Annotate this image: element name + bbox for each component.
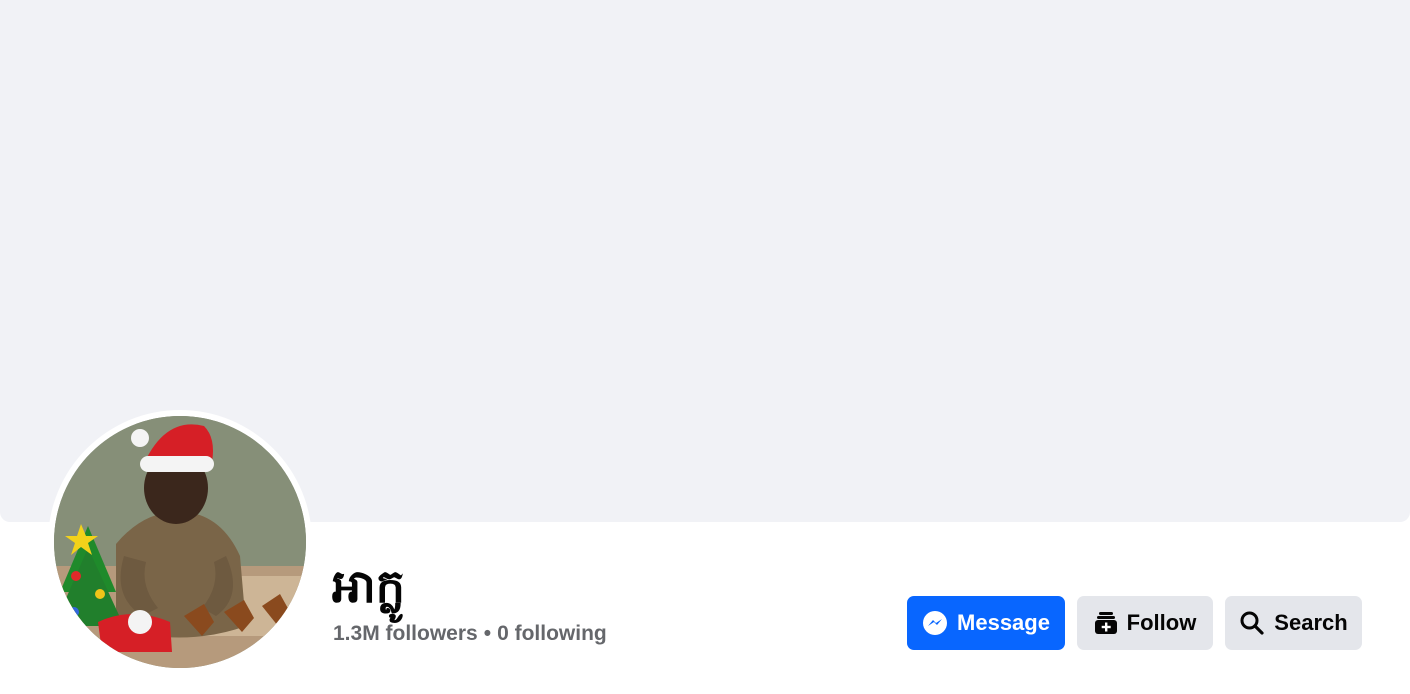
- followers-link[interactable]: 1.3M followers: [333, 622, 478, 645]
- message-button[interactable]: Message: [907, 596, 1065, 650]
- follow-icon: [1094, 611, 1118, 635]
- profile-picture-image: [54, 416, 306, 668]
- search-button-label: Search: [1274, 610, 1348, 635]
- message-button-label: Message: [957, 610, 1050, 635]
- profile-picture-frame: [48, 410, 312, 674]
- follow-button[interactable]: Follow: [1077, 596, 1213, 650]
- profile-picture[interactable]: [54, 416, 306, 668]
- search-icon: [1239, 610, 1265, 636]
- messenger-icon: [922, 610, 948, 636]
- stats-separator: •: [483, 622, 492, 645]
- profile-stats: 1.3M followers • 0 following: [333, 622, 607, 646]
- profile-name: អាក្លូ: [332, 559, 405, 613]
- follow-button-label: Follow: [1126, 610, 1197, 635]
- search-button[interactable]: Search: [1225, 596, 1362, 650]
- following-link[interactable]: 0 following: [497, 622, 607, 645]
